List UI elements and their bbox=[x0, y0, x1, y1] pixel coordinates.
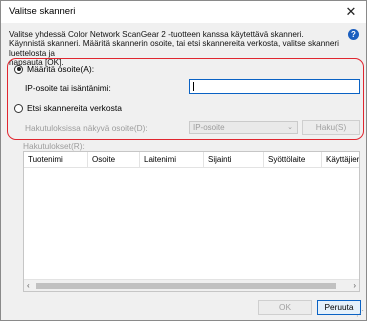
column-header-product[interactable]: Tuotenimi bbox=[24, 152, 88, 168]
radio-search-label: Etsi skannereita verkosta bbox=[27, 103, 122, 113]
ok-button[interactable]: OK bbox=[258, 300, 312, 315]
ip-address-label: IP-osoite tai isäntänimi: bbox=[25, 83, 111, 93]
close-button[interactable]: ✕ bbox=[336, 1, 366, 23]
display-address-select[interactable]: IP-osoite ⌄ bbox=[189, 121, 298, 134]
intro-line: Valitse yhdessä Color Network ScanGear 2… bbox=[9, 30, 304, 39]
window-title: Valitse skanneri bbox=[9, 6, 76, 17]
chevron-down-icon: ⌄ bbox=[287, 124, 293, 131]
radio-unchecked-icon bbox=[14, 103, 23, 113]
scroll-right-icon[interactable]: › bbox=[353, 281, 356, 290]
scrollbar-thumb[interactable] bbox=[36, 283, 336, 289]
search-button[interactable]: Haku(S) bbox=[302, 120, 360, 135]
column-header-address[interactable]: Osoite bbox=[88, 152, 140, 168]
ip-address-input[interactable] bbox=[189, 79, 360, 94]
column-header-feeder[interactable]: Syöttölaite bbox=[264, 152, 322, 168]
horizontal-scrollbar[interactable]: ‹ › bbox=[24, 279, 359, 291]
help-icon[interactable]: ? bbox=[348, 29, 359, 40]
title-bar: Valitse skanneri ✕ bbox=[1, 1, 366, 23]
close-icon: ✕ bbox=[345, 4, 357, 19]
results-label: Hakutulokset(R): bbox=[23, 141, 85, 151]
column-header-location[interactable]: Sijainti bbox=[204, 152, 264, 168]
text-caret bbox=[193, 82, 194, 91]
radio-checked-icon bbox=[14, 64, 23, 74]
display-address-value: IP-osoite bbox=[193, 123, 225, 132]
intro-line: Käynnistä skanneri. Määritä skannerin os… bbox=[9, 39, 339, 58]
radio-specify-address[interactable]: Määritä osoite(A): bbox=[14, 64, 94, 74]
dialog-window: Valitse skanneri ✕ Valitse yhdessä Color… bbox=[0, 0, 367, 321]
cancel-button[interactable]: Peruuta bbox=[317, 300, 361, 315]
scroll-left-icon[interactable]: ‹ bbox=[27, 281, 30, 290]
table-header: Tuotenimi Osoite Laitenimi Sijainti Syöt… bbox=[24, 152, 359, 168]
radio-specify-label: Määritä osoite(A): bbox=[27, 64, 95, 74]
column-header-device-name[interactable]: Laitenimi bbox=[140, 152, 204, 168]
radio-search-network[interactable]: Etsi skannereita verkosta bbox=[14, 103, 122, 113]
results-table[interactable]: Tuotenimi Osoite Laitenimi Sijainti Syöt… bbox=[23, 151, 360, 292]
column-header-users[interactable]: Käyttäjien bbox=[322, 152, 359, 168]
display-address-label: Hakutuloksissa näkyvä osoite(D): bbox=[25, 123, 148, 133]
resize-grip-icon[interactable]: ⋰ bbox=[356, 309, 364, 318]
